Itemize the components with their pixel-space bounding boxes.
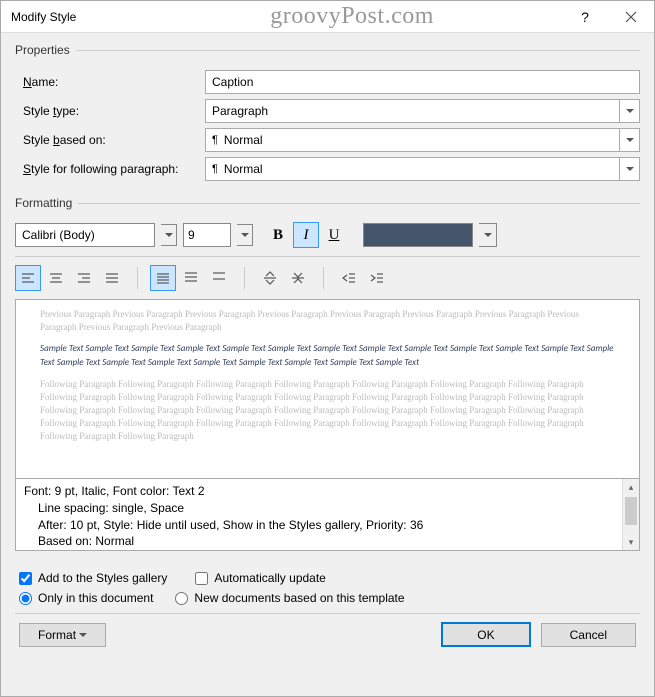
space-before-increase-button[interactable] — [257, 265, 283, 291]
properties-group: Properties Name: Style type: Paragraph S… — [15, 43, 640, 190]
chevron-down-icon — [241, 228, 249, 242]
chevron-down-icon — [619, 100, 639, 122]
space-after-icon — [290, 270, 306, 286]
spacing-single-button[interactable] — [150, 265, 176, 291]
align-left-button[interactable] — [15, 265, 41, 291]
space-before-decrease-button[interactable] — [285, 265, 311, 291]
indent-decrease-button[interactable] — [336, 265, 362, 291]
spacing-15-icon — [183, 270, 199, 286]
font-size-select[interactable]: 9 — [183, 223, 231, 247]
indent-increase-button[interactable] — [364, 265, 390, 291]
name-field[interactable] — [205, 70, 640, 94]
cancel-button[interactable]: Cancel — [541, 623, 636, 647]
italic-button[interactable]: I — [293, 222, 319, 248]
separator — [137, 267, 138, 289]
add-to-gallery-checkbox[interactable]: Add to the Styles gallery — [19, 571, 167, 585]
following-select[interactable]: ¶ Normal — [205, 157, 640, 181]
separator — [323, 267, 324, 289]
preview-box: Previous Paragraph Previous Paragraph Pr… — [15, 299, 640, 479]
format-button[interactable]: Format — [19, 623, 106, 647]
close-button[interactable] — [608, 1, 654, 33]
style-type-label: Style type: — [15, 104, 205, 118]
formatting-legend: Formatting — [15, 196, 78, 210]
align-justify-icon — [104, 270, 120, 286]
align-center-button[interactable] — [43, 265, 69, 291]
formatting-group: Formatting Calibri (Body) 9 B I U — [15, 196, 640, 555]
font-size-dropdown[interactable] — [237, 224, 253, 246]
name-label: Name: — [15, 75, 205, 89]
properties-legend: Properties — [15, 43, 76, 57]
font-family-dropdown[interactable] — [161, 224, 177, 246]
indent-right-icon — [369, 270, 385, 286]
preview-sample: Sample Text Sample Text Sample Text Samp… — [40, 342, 615, 370]
spacing-1-icon — [155, 270, 171, 286]
chevron-down-icon — [619, 158, 639, 180]
only-this-document-radio[interactable]: Only in this document — [19, 591, 153, 605]
chevron-down-icon — [165, 228, 173, 242]
help-button[interactable]: ? — [562, 1, 608, 33]
align-center-icon — [48, 270, 64, 286]
bold-button[interactable]: B — [265, 222, 291, 248]
style-description: Font: 9 pt, Italic, Font color: Text 2 L… — [15, 479, 640, 551]
font-family-select[interactable]: Calibri (Body) — [15, 223, 155, 247]
based-on-label: Style based on: — [15, 133, 205, 147]
font-color-swatch[interactable] — [363, 223, 473, 247]
align-right-icon — [76, 270, 92, 286]
style-type-select[interactable]: Paragraph — [205, 99, 640, 123]
spacing-double-button[interactable] — [206, 265, 232, 291]
paragraph-icon: ¶ — [212, 134, 218, 146]
align-justify-button[interactable] — [99, 265, 125, 291]
scroll-thumb[interactable] — [625, 497, 637, 525]
scroll-up-icon: ▴ — [623, 479, 639, 495]
align-left-icon — [20, 270, 36, 286]
chevron-down-icon — [484, 228, 492, 242]
chevron-down-icon — [619, 129, 639, 151]
indent-left-icon — [341, 270, 357, 286]
underline-button[interactable]: U — [321, 222, 347, 248]
spacing-15-button[interactable] — [178, 265, 204, 291]
based-on-select[interactable]: ¶ Normal — [205, 128, 640, 152]
description-scrollbar[interactable]: ▴ ▾ — [622, 479, 639, 550]
auto-update-checkbox[interactable]: Automatically update — [195, 571, 325, 585]
align-right-button[interactable] — [71, 265, 97, 291]
preview-previous: Previous Paragraph Previous Paragraph Pr… — [40, 308, 615, 334]
close-icon — [623, 9, 639, 25]
following-label: Style for following paragraph: — [15, 162, 205, 176]
new-documents-radio[interactable]: New documents based on this template — [175, 591, 404, 605]
watermark: groovyPost.com — [270, 3, 434, 30]
space-before-icon — [262, 270, 278, 286]
spacing-2-icon — [211, 270, 227, 286]
preview-following: Following Paragraph Following Paragraph … — [40, 378, 615, 443]
ok-button[interactable]: OK — [441, 622, 530, 647]
font-color-dropdown[interactable] — [479, 223, 497, 247]
titlebar: Modify Style groovyPost.com ? — [1, 1, 654, 33]
separator — [244, 267, 245, 289]
scroll-down-icon: ▾ — [623, 534, 639, 550]
dialog-title: Modify Style — [11, 10, 76, 24]
paragraph-icon: ¶ — [212, 163, 218, 175]
chevron-down-icon — [79, 628, 87, 642]
